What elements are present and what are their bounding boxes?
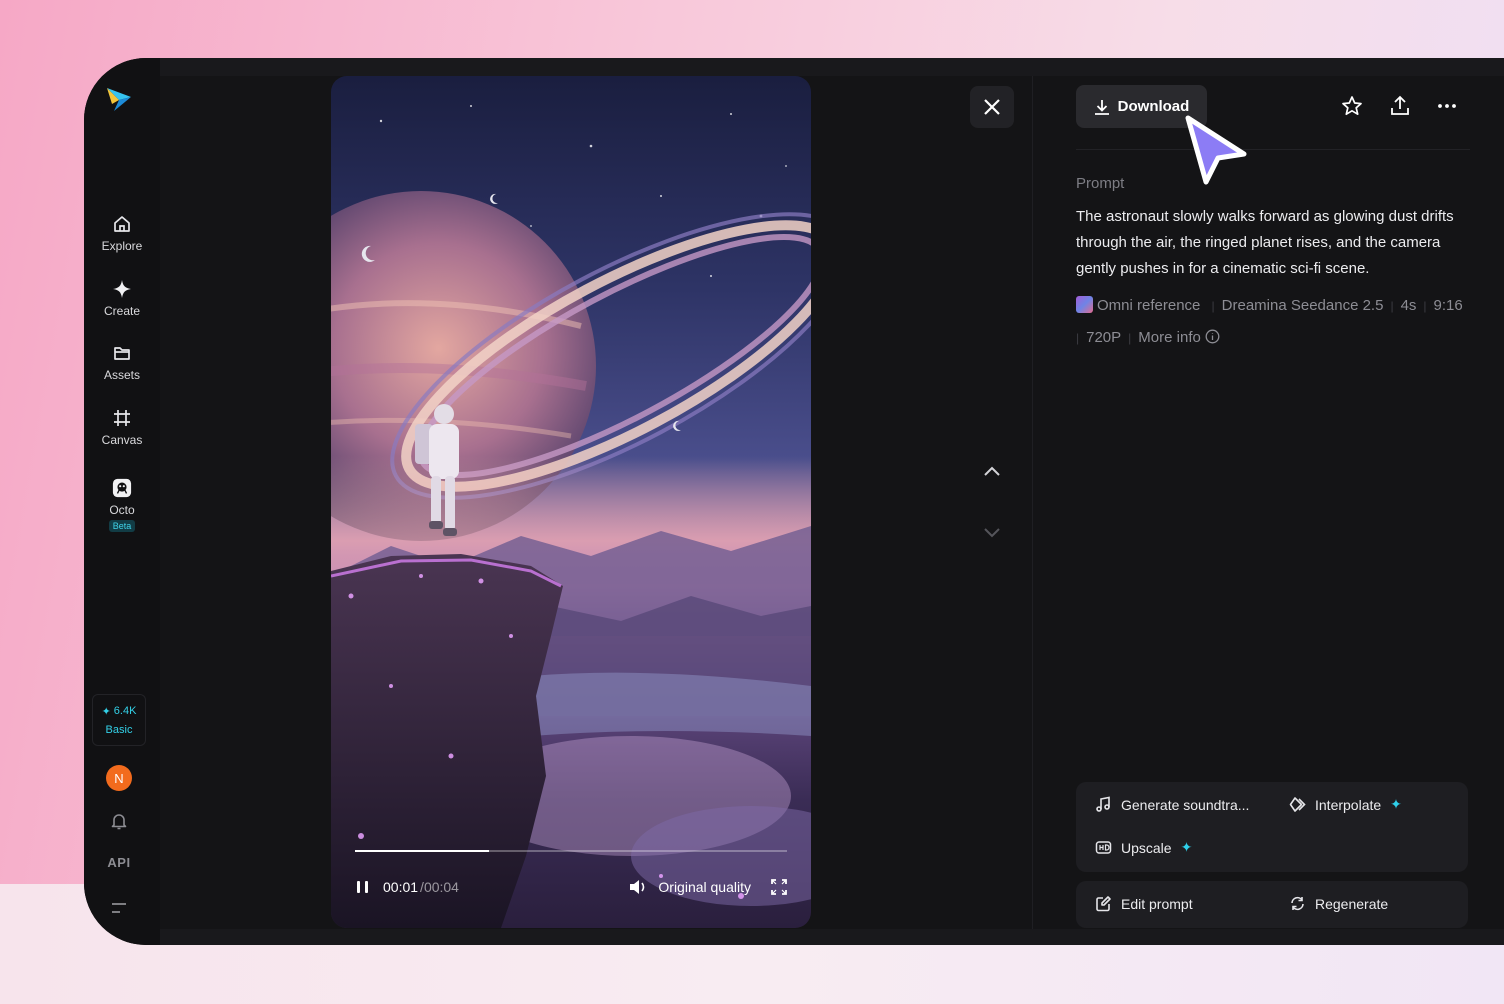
fullscreen-icon[interactable]: [771, 879, 787, 895]
time-total: 00:04: [423, 879, 459, 895]
app-window: Explore Create Assets Canvas Octo Beta ✦…: [84, 58, 1504, 945]
plan-label: Basic: [105, 723, 133, 736]
chevron-up-icon[interactable]: [980, 460, 1004, 484]
sidebar-item-label: Create: [103, 304, 141, 318]
upscale-button[interactable]: Upscale ✦: [1095, 839, 1192, 856]
music-note-icon: [1096, 796, 1110, 812]
omni-reference[interactable]: Omni reference: [1076, 296, 1205, 314]
close-button[interactable]: [970, 86, 1014, 128]
aspect-ratio: 9:16: [1433, 297, 1463, 314]
sidebar-item-assets[interactable]: Assets: [84, 343, 160, 382]
home-icon: [114, 216, 130, 232]
avatar[interactable]: N: [106, 765, 132, 791]
generate-soundtrack-button[interactable]: Generate soundtra...: [1095, 796, 1249, 813]
more-info-link[interactable]: More info: [1138, 329, 1220, 346]
menu-icon[interactable]: [110, 900, 128, 916]
credits-badge[interactable]: ✦ 6.4K Basic: [92, 694, 146, 746]
more-icon[interactable]: [1436, 95, 1458, 117]
interpolate-button[interactable]: Interpolate ✦: [1289, 796, 1402, 813]
duration: 4s: [1400, 297, 1417, 314]
hd-icon: [1095, 841, 1112, 854]
sparkle-icon: ✦: [1180, 839, 1193, 855]
progress-bar[interactable]: [355, 850, 787, 852]
omni-reference-icon: [1076, 296, 1093, 313]
actions-panel: Edit prompt Regenerate: [1076, 881, 1468, 928]
beta-badge: Beta: [108, 520, 136, 532]
prompt-text: The astronaut slowly walks forward as gl…: [1076, 208, 1454, 277]
bell-icon[interactable]: [109, 811, 129, 831]
video-controls: 00:01 / 00:04 Original quality: [355, 876, 787, 898]
sparkle-icon: [113, 280, 131, 298]
sidebar-item-canvas[interactable]: Canvas: [84, 408, 160, 447]
top-strip: [160, 58, 1504, 76]
download-icon: [1094, 99, 1109, 115]
sparkle-icon: ✦: [101, 705, 111, 718]
quality-selector[interactable]: Original quality: [658, 879, 751, 895]
bottom-strip: [160, 929, 1504, 945]
star-icon[interactable]: [1341, 95, 1363, 117]
canvas-icon: [114, 410, 130, 426]
info-icon: [1205, 329, 1220, 344]
edit-prompt-label: Edit prompt: [1121, 895, 1193, 912]
sidebar-item-create[interactable]: Create: [84, 279, 160, 318]
regenerate-button[interactable]: Regenerate: [1289, 895, 1388, 912]
folder-icon: [114, 347, 130, 360]
sidebar-item-label: Octo: [109, 503, 135, 517]
pause-icon[interactable]: [355, 879, 371, 895]
edit-prompt-button[interactable]: Edit prompt: [1095, 895, 1193, 912]
api-link[interactable]: API: [84, 855, 154, 870]
volume-icon[interactable]: [628, 878, 648, 896]
time-current: 00:01: [383, 879, 419, 895]
chevron-down-icon[interactable]: [980, 520, 1004, 544]
credits-amount: 6.4K: [113, 705, 137, 717]
octo-icon: [112, 478, 132, 498]
upscale-label: Upscale: [1121, 839, 1172, 856]
sidebar-item-explore[interactable]: Explore: [84, 214, 160, 253]
video-player[interactable]: 00:01 / 00:04 Original quality: [331, 76, 811, 928]
download-label: Download: [1117, 98, 1190, 115]
share-icon[interactable]: [1389, 95, 1411, 117]
cursor-pointer-icon: [1185, 115, 1247, 185]
sparkle-icon: ✦: [1390, 796, 1402, 812]
header-divider: [1076, 149, 1470, 150]
progress-fill: [355, 850, 489, 852]
close-icon: [984, 99, 1000, 115]
prompt-label: Prompt: [1076, 175, 1125, 192]
interpolate-label: Interpolate: [1315, 796, 1382, 813]
resolution: 720P: [1086, 329, 1122, 346]
tools-panel: Generate soundtra... Interpolate ✦ Upsca…: [1076, 782, 1468, 872]
logo-icon[interactable]: [104, 84, 134, 114]
regenerate-icon: [1291, 896, 1304, 911]
soundtrack-label: Generate soundtra...: [1121, 796, 1250, 813]
sidebar-item-label: Canvas: [101, 433, 143, 447]
sidebar-item-octo[interactable]: Octo Beta: [84, 478, 160, 532]
edit-icon: [1096, 896, 1111, 912]
video-frame: [331, 105, 811, 928]
model-name: Dreamina Seedance 2.5: [1221, 297, 1384, 314]
sidebar-item-label: Assets: [103, 368, 140, 382]
generation-meta: Omni reference | Dreamina Seedance 2.5 | 4s…: [1076, 296, 1463, 346]
panel-divider: [1032, 76, 1033, 929]
sidebar: Explore Create Assets Canvas Octo Beta ✦…: [84, 58, 160, 945]
regenerate-label: Regenerate: [1315, 895, 1389, 912]
sidebar-item-label: Explore: [101, 239, 143, 253]
interpolate-icon: [1289, 797, 1306, 812]
